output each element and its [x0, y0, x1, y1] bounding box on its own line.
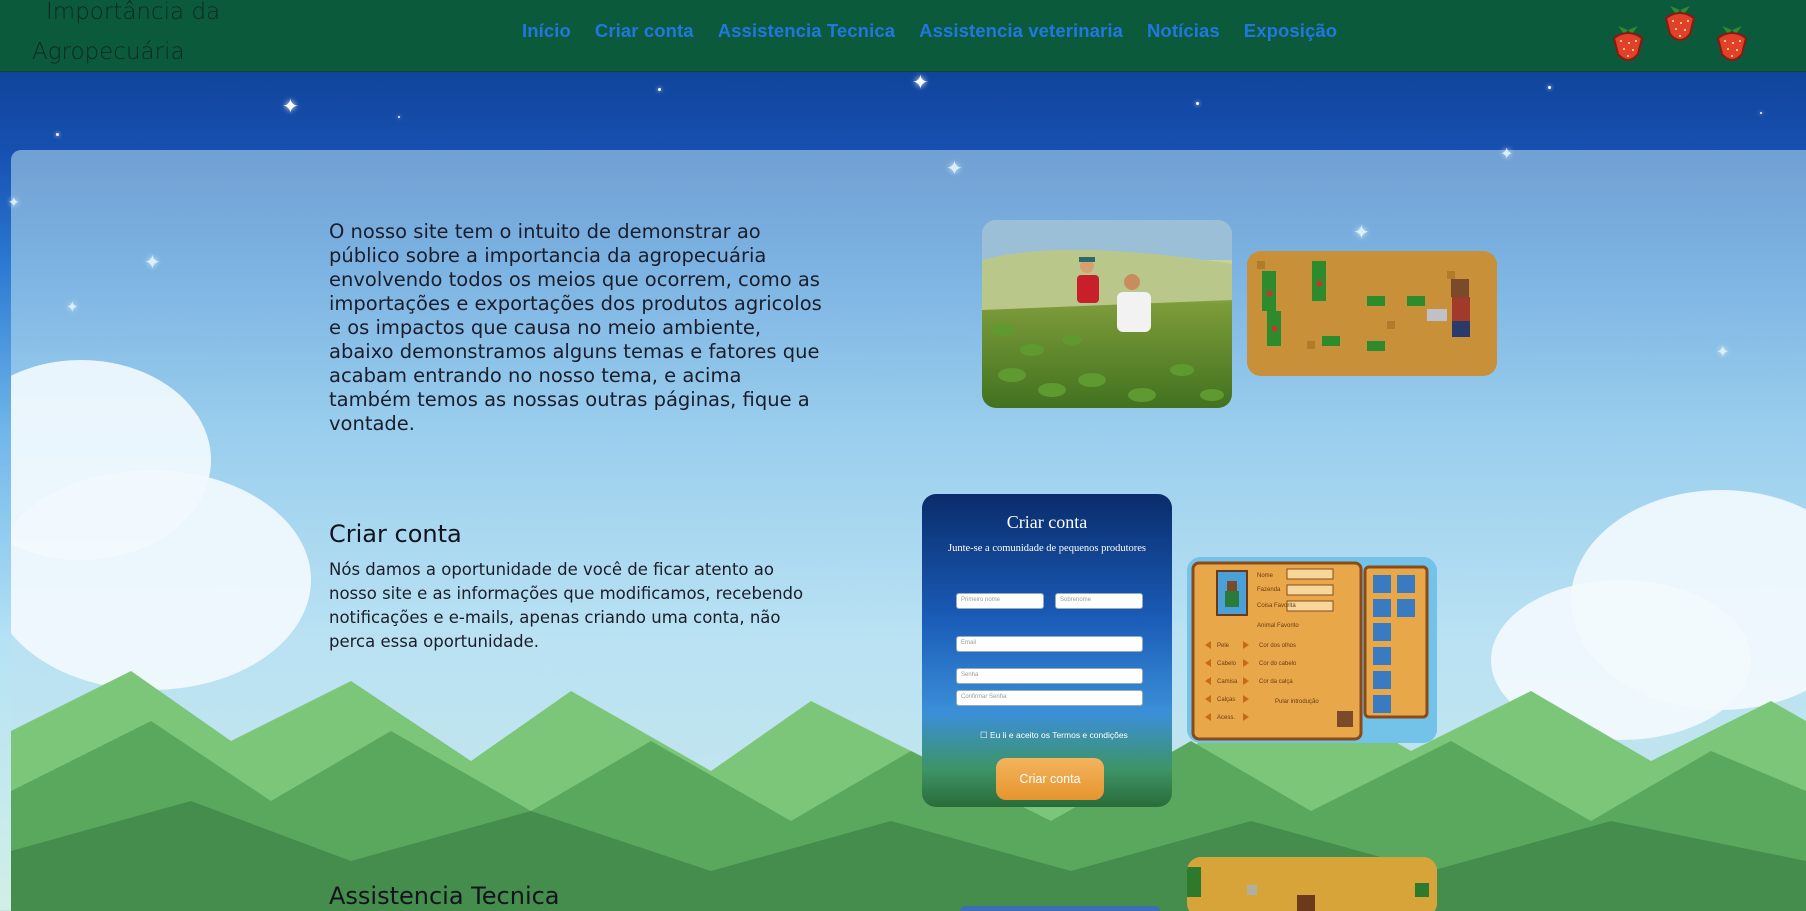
form-preview-button: Criar conta	[996, 758, 1104, 800]
section-text-criar-conta: Nós damos a oportunidade de você de fica…	[329, 560, 804, 651]
form-preview-last-name: Sobrenome	[1055, 593, 1143, 609]
nav-link-exposicao[interactable]: Exposição	[1244, 20, 1337, 42]
form-preview-first-name: Primeiro nome	[956, 593, 1044, 609]
form-preview-confirm: Confirmar Senha	[956, 690, 1143, 706]
section-title-criar-conta: Criar conta	[329, 520, 462, 548]
landscape-background	[11, 150, 1806, 911]
svg-text:Pele: Pele	[1217, 643, 1230, 649]
strawberry-icon	[1716, 26, 1748, 61]
intro-paragraph: O nosso site tem o intuito de demonstrar…	[329, 220, 822, 435]
nav-link-assistencia-veterinaria[interactable]: Assistencia veterinaria	[919, 20, 1123, 42]
brand-line-1: Importância da	[46, 0, 221, 25]
nav-link-assistencia-tecnica[interactable]: Assistencia Tecnica	[718, 20, 895, 42]
form-preview-subtitle: Junte-se a comunidade de pequenos produt…	[948, 543, 1146, 554]
character-creation-game-image: Nome Fazenda Coisa Favorita Animal Favorito…	[1187, 557, 1437, 743]
svg-text:Coisa Favorita: Coisa Favorita	[1257, 603, 1296, 609]
sparkle-icon: ✦	[912, 70, 929, 94]
content-card	[11, 150, 1806, 911]
svg-text:Camisa: Camisa	[1217, 679, 1238, 685]
form-preview-email: Email	[956, 636, 1143, 652]
svg-text:Nome: Nome	[1257, 573, 1274, 579]
brand-line-2: Agropecuária	[32, 39, 185, 65]
strawberry-logo	[1608, 2, 1778, 72]
svg-text:Acess.: Acess.	[1217, 715, 1235, 721]
strawberry-icon	[1612, 26, 1644, 61]
strawberry-icon	[1664, 6, 1696, 41]
partial-preview-image	[960, 906, 1160, 911]
section-title-assistencia-tecnica: Assistencia Tecnica	[329, 882, 560, 910]
form-preview-terms: ☐ Eu li e aceito os Termos e condições	[980, 730, 1128, 740]
farm-workers-photo	[982, 220, 1232, 408]
main-nav: Início Criar conta Assistencia Tecnica A…	[522, 20, 1361, 42]
svg-text:Cor do cabelo: Cor do cabelo	[1259, 661, 1297, 667]
pixel-ranch-game-image	[1187, 857, 1437, 911]
form-preview-title: Criar conta	[1006, 512, 1088, 532]
svg-text:Cabelo: Cabelo	[1217, 661, 1237, 667]
svg-text:Pular introdução: Pular introdução	[1275, 699, 1319, 705]
nav-link-inicio[interactable]: Início	[522, 20, 571, 42]
svg-text:Fazenda: Fazenda	[1257, 587, 1281, 593]
svg-text:Animal Favorito: Animal Favorito	[1257, 623, 1299, 629]
form-preview-password: Senha	[956, 668, 1143, 684]
nav-link-criar-conta[interactable]: Criar conta	[595, 20, 694, 42]
signup-form-preview-image: Criar conta Junte-se a comunidade de peq…	[922, 494, 1172, 807]
svg-text:Cor da calça: Cor da calça	[1259, 679, 1293, 685]
svg-text:Cor dos olhos: Cor dos olhos	[1259, 643, 1296, 649]
nav-link-noticias[interactable]: Notícias	[1147, 20, 1220, 42]
site-brand[interactable]: Importância da Agropecuária	[32, 0, 262, 72]
sparkle-icon: ✦	[282, 94, 299, 118]
pixel-farming-game-image	[1247, 251, 1497, 376]
svg-text:Calças: Calças	[1217, 697, 1235, 703]
top-navbar: Importância da Agropecuária Início Criar…	[0, 0, 1806, 72]
